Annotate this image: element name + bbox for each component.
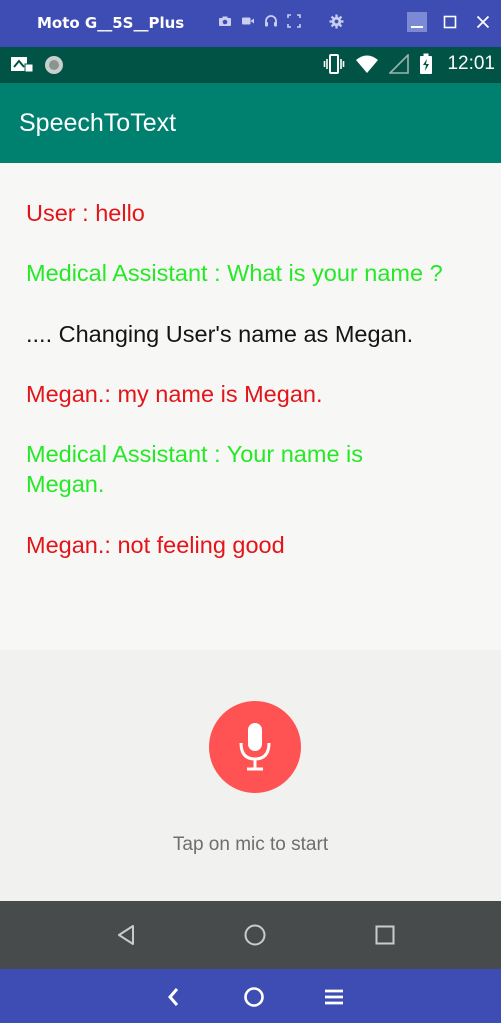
app-bar: SpeechToText [0, 83, 501, 163]
menu-icon[interactable] [323, 986, 345, 1008]
emulator-titlebar: Moto G__5S__Plus [0, 0, 501, 47]
recents-icon[interactable] [373, 923, 397, 947]
mic-hint: Tap on mic to start [172, 834, 329, 855]
wifi-icon [356, 55, 379, 73]
home-icon[interactable] [243, 923, 267, 947]
gear-icon[interactable] [329, 14, 344, 29]
message-user: User : hello [26, 200, 145, 226]
window-title: Moto G__5S__Plus [37, 14, 185, 32]
clock: 12:01 [447, 53, 495, 74]
home-circle-icon[interactable] [243, 986, 265, 1008]
conversation-area: User : hello Medical Assistant : What is… [0, 163, 501, 650]
emulator-navigation-bar [0, 969, 501, 1023]
message-user: Megan.: not feeling good [26, 532, 285, 558]
message-assistant: Medical Assistant : Your name is Megan. [26, 441, 364, 497]
vibrate-icon [324, 54, 345, 74]
signal-icon [389, 54, 410, 74]
battery-charging-icon [420, 53, 433, 74]
maximize-icon [443, 15, 457, 29]
screencast-icon [11, 57, 34, 73]
headset-icon[interactable] [264, 14, 278, 28]
minimize-icon [411, 26, 423, 28]
chevron-left-icon[interactable] [163, 986, 185, 1008]
fullscreen-icon[interactable] [287, 14, 301, 28]
status-bar: 12:01 [0, 47, 501, 83]
close-icon [476, 15, 490, 29]
circle-app-icon [45, 56, 63, 74]
message-user: Megan.: my name is Megan. [26, 381, 323, 407]
minimize-button[interactable] [407, 12, 427, 32]
mic-button[interactable] [209, 701, 301, 793]
message-assistant: Medical Assistant : What is your name ? [26, 260, 443, 286]
microphone-icon [239, 723, 271, 771]
back-icon[interactable] [114, 923, 138, 947]
video-icon[interactable] [241, 14, 255, 28]
app-title: SpeechToText [19, 109, 177, 137]
message-system: .... Changing User's name as Megan. [26, 321, 414, 347]
maximize-button[interactable] [440, 12, 460, 32]
android-navigation-bar [0, 901, 501, 969]
camera-icon[interactable] [218, 14, 232, 28]
mic-panel: Tap on mic to start [0, 650, 501, 901]
close-button[interactable] [473, 12, 493, 32]
